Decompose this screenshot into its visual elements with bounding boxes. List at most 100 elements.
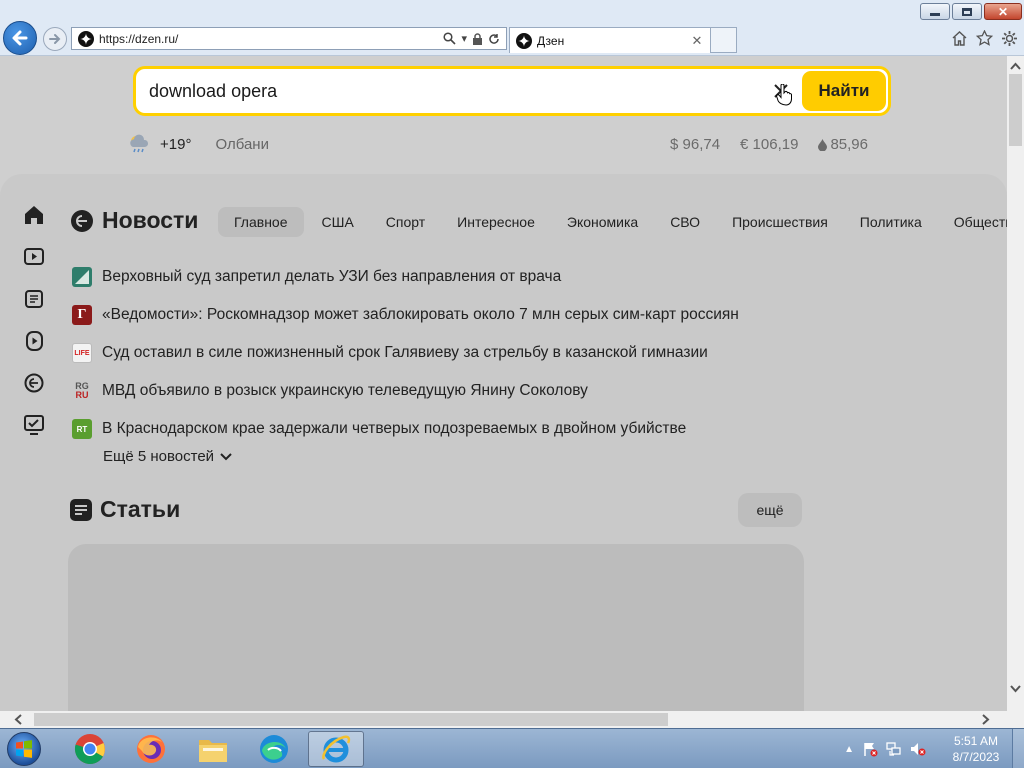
video-nav-icon[interactable] <box>22 246 46 267</box>
search-icon[interactable] <box>443 32 457 45</box>
news-headline[interactable]: В Краснодарском крае задержали четверых … <box>102 420 686 438</box>
news-headline[interactable]: «Ведомости»: Роскомнадзор может заблокир… <box>102 306 739 324</box>
show-desktop-button[interactable] <box>1012 729 1024 768</box>
tab-society[interactable]: Общество <box>954 207 1007 237</box>
source-icon-rg: RG RU <box>72 381 92 401</box>
search-button[interactable]: Найти <box>802 71 886 111</box>
scrollbar-corner <box>1007 711 1024 728</box>
address-tools: ▾ <box>443 32 500 45</box>
news-headline[interactable]: Суд оставил в силе пожизненный срок Галя… <box>102 344 708 362</box>
start-button[interactable] <box>4 730 44 768</box>
tab-interesting[interactable]: Интересное <box>457 207 535 237</box>
taskbar-firefox[interactable] <box>123 731 179 767</box>
more-news-link[interactable]: Ещё 5 новостей <box>103 448 232 465</box>
arrow-left-icon <box>12 30 28 46</box>
currency-rates: $ 96,74 € 106,19 85,96 <box>670 136 868 153</box>
volume-muted-icon[interactable] <box>910 741 926 757</box>
refresh-icon[interactable] <box>488 33 500 45</box>
scroll-left-icon[interactable] <box>14 714 22 727</box>
clear-search-button[interactable] <box>768 78 794 106</box>
close-window-button[interactable]: ✕ <box>984 3 1022 20</box>
back-button[interactable] <box>3 21 37 55</box>
news-headline[interactable]: Верховный суд запретил делать УЗИ без на… <box>102 268 561 286</box>
weather-widget[interactable]: +19° Олбани <box>128 133 269 155</box>
usd-rate[interactable]: $ 96,74 <box>670 136 720 153</box>
search-input[interactable] <box>136 71 768 111</box>
dropdown-arrow-icon[interactable]: ▾ <box>461 32 467 45</box>
dzen-favicon <box>516 32 532 49</box>
shorts-nav-icon[interactable] <box>22 330 46 351</box>
restore-icon <box>962 7 972 16</box>
window-controls: ✕ <box>918 3 1022 20</box>
taskbar-internet-explorer[interactable] <box>308 731 364 767</box>
scroll-right-icon[interactable] <box>982 714 990 727</box>
taskbar-chrome[interactable] <box>62 731 118 767</box>
address-bar[interactable]: https://dzen.ru/ ▾ <box>71 27 507 50</box>
browser-tab[interactable]: Дзен ✕ <box>509 27 711 53</box>
tab-glavnoe[interactable]: Главное <box>218 207 304 237</box>
taskbar-clock[interactable]: 5:51 AM 8/7/2023 <box>940 733 1012 765</box>
minimize-icon <box>930 13 940 16</box>
list-item[interactable]: Верховный суд запретил делать УЗИ без на… <box>72 258 739 296</box>
action-center-icon[interactable] <box>862 741 878 757</box>
news-section-header: Новости <box>70 207 198 234</box>
list-item[interactable]: RG RU МВД объявило в розыск украинскую т… <box>72 372 739 410</box>
taskbar-file-explorer[interactable] <box>185 731 241 767</box>
articles-nav-icon[interactable] <box>22 288 46 309</box>
forward-button[interactable] <box>43 27 67 51</box>
vertical-scroll-thumb[interactable] <box>1009 74 1022 146</box>
minimize-button[interactable] <box>920 3 950 20</box>
tab-sport[interactable]: Спорт <box>386 207 425 237</box>
home-icon[interactable] <box>950 29 968 47</box>
tab-close-icon[interactable]: ✕ <box>690 33 704 49</box>
oil-rate-value: 85,96 <box>830 136 868 153</box>
articles-logo-icon <box>70 498 92 521</box>
taskbar: ▲ 5:51 AM 8/7/2023 <box>0 728 1024 768</box>
taskbar-edge[interactable] <box>246 731 302 767</box>
maximize-button[interactable] <box>952 3 982 20</box>
address-url[interactable]: https://dzen.ru/ <box>99 32 443 46</box>
page-viewport: +19° Олбани $ 96,74 € 106,19 85,96 Новос… <box>0 56 1007 712</box>
internet-explorer-icon <box>322 735 351 763</box>
gear-icon[interactable] <box>1000 29 1018 47</box>
articles-section-header: Статьи <box>70 496 180 523</box>
tray-icons: ▲ <box>844 741 926 757</box>
news-title[interactable]: Новости <box>102 207 198 234</box>
hand-cursor-icon <box>776 84 792 106</box>
article-card[interactable] <box>68 544 804 712</box>
news-nav-icon[interactable] <box>22 372 46 393</box>
eur-rate[interactable]: € 106,19 <box>740 136 798 153</box>
scroll-up-icon[interactable] <box>1010 60 1021 72</box>
list-item[interactable]: Г «Ведомости»: Роскомнадзор может заблок… <box>72 296 739 334</box>
oil-rate[interactable]: 85,96 <box>818 136 868 153</box>
articles-more-button[interactable]: ещё <box>738 493 802 527</box>
tab-usa[interactable]: США <box>322 207 354 237</box>
rain-cloud-icon <box>130 134 149 153</box>
tab-politics[interactable]: Политика <box>860 207 922 237</box>
tab-svo[interactable]: СВО <box>670 207 700 237</box>
show-hidden-icons-icon[interactable]: ▲ <box>844 744 854 755</box>
horizontal-scroll-thumb[interactable] <box>34 713 668 726</box>
vertical-scrollbar[interactable] <box>1007 56 1024 712</box>
list-item[interactable]: LIFE Суд оставил в силе пожизненный срок… <box>72 334 739 372</box>
articles-title[interactable]: Статьи <box>100 496 180 523</box>
news-headline[interactable]: МВД объявило в розыск украинскую телевед… <box>102 382 588 400</box>
side-navigation <box>22 204 46 435</box>
tv-nav-icon[interactable] <box>22 414 46 435</box>
home-nav-icon[interactable] <box>22 204 46 225</box>
star-icon[interactable] <box>975 29 993 47</box>
tab-incidents[interactable]: Происшествия <box>732 207 828 237</box>
oil-drop-icon <box>818 138 828 151</box>
horizontal-scrollbar[interactable] <box>0 711 1007 728</box>
new-tab-button[interactable] <box>711 27 737 53</box>
dzen-favicon <box>78 30 94 47</box>
lock-icon[interactable] <box>472 32 483 45</box>
scroll-down-icon[interactable] <box>1010 683 1021 695</box>
news-logo-icon <box>71 209 93 232</box>
news-tabs: Главное США Спорт Интересное Экономика С… <box>218 207 1007 237</box>
browser-chrome: ✕ https://dzen.ru/ ▾ Дзен ✕ <box>0 0 1024 56</box>
network-icon[interactable] <box>886 741 902 757</box>
list-item[interactable]: RT В Краснодарском крае задержали четвер… <box>72 410 739 448</box>
file-explorer-icon <box>199 740 227 762</box>
tab-economy[interactable]: Экономика <box>567 207 638 237</box>
